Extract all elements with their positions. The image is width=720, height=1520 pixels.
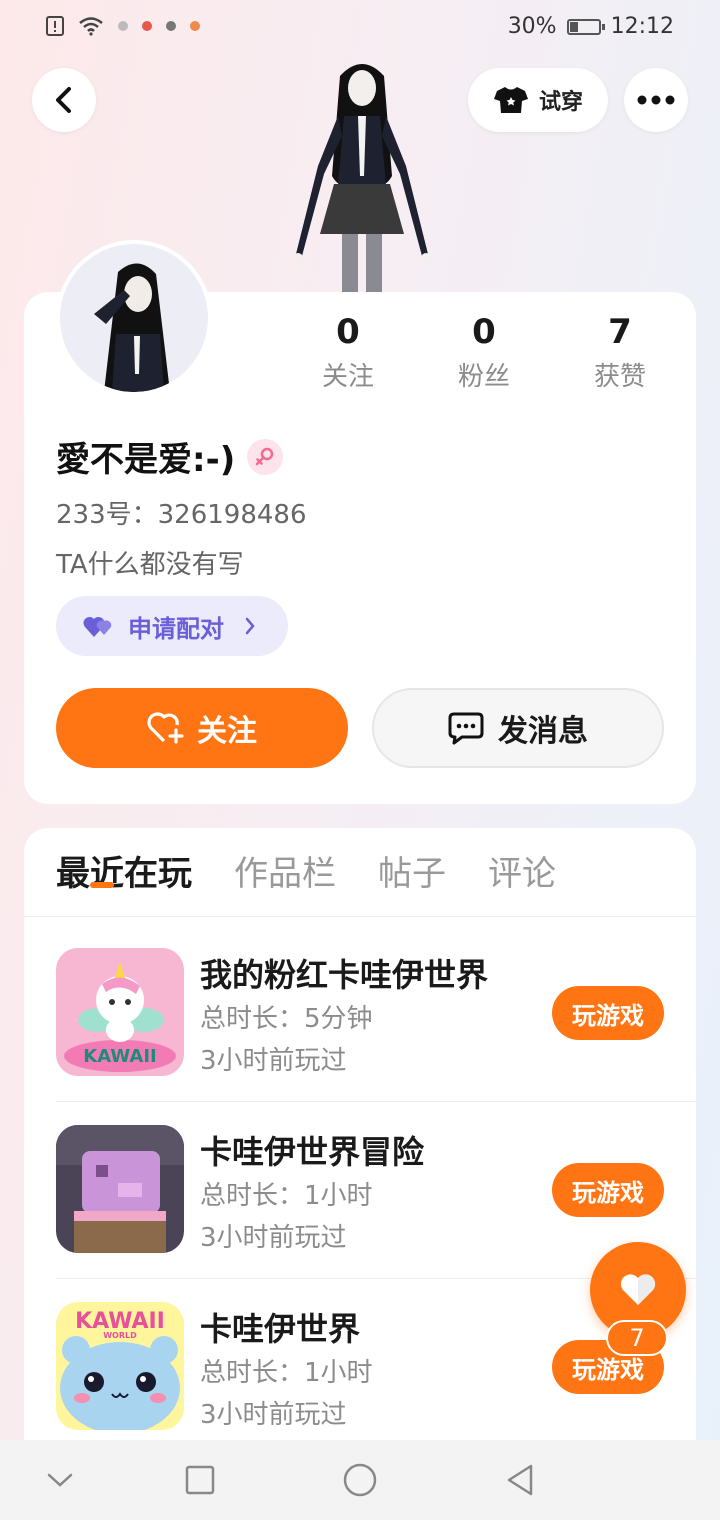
notif-icon-4	[190, 21, 200, 31]
kawaii-logo-text: KAWAII	[83, 1046, 156, 1067]
list-item[interactable]: KAWAII 我的粉红卡哇伊世界 总时长：5分钟 3小时前玩过 玩游戏	[56, 948, 696, 1124]
game-last-played: 3小时前玩过	[200, 1046, 347, 1076]
pair-request-button[interactable]: 申请配对	[56, 596, 288, 656]
stat-followers[interactable]: 0 粉丝	[416, 312, 552, 393]
system-nav-bar	[0, 1440, 720, 1520]
game-duration: 总时长：1小时	[200, 1358, 373, 1388]
game-title: 卡哇伊世界	[200, 1310, 361, 1348]
avatar-3d-figure[interactable]	[288, 56, 436, 294]
status-bar: 30% 12:12	[0, 0, 720, 56]
shirt-icon	[493, 87, 528, 113]
user-id: 233号：326198486	[56, 500, 307, 530]
stat-likes-label: 获赞	[593, 362, 646, 392]
female-icon	[247, 438, 284, 475]
triangle-back-icon	[507, 1464, 533, 1496]
game-title: 卡哇伊世界冒险	[200, 1133, 425, 1171]
more-horizontal-icon	[637, 95, 675, 105]
follow-label: 关注	[197, 714, 257, 749]
game-duration: 总时长：5分钟	[200, 1004, 373, 1034]
tab-active-indicator	[90, 882, 114, 888]
battery-icon	[566, 18, 605, 35]
chat-bubble-icon	[448, 712, 484, 745]
notif-icon-1	[118, 21, 128, 31]
stat-followers-label: 粉丝	[457, 362, 510, 392]
avatar[interactable]	[56, 240, 212, 396]
notif-icon-3	[166, 21, 176, 31]
notif-icon-2	[142, 21, 152, 31]
tab-bar: 最近在玩 作品栏 帖子 评论	[56, 852, 556, 896]
status-icons-right: 30% 12:12	[508, 14, 674, 39]
tab-works[interactable]: 作品栏	[234, 852, 336, 896]
like-count-badge: 7	[606, 1320, 668, 1356]
stat-likes[interactable]: 7 获赞	[552, 312, 688, 393]
tab-recently-played[interactable]: 最近在玩	[56, 852, 192, 896]
username-row: 愛不是爱:-)	[56, 432, 284, 481]
hearts-icon	[83, 616, 112, 637]
square-icon	[185, 1465, 215, 1495]
chevron-left-icon	[56, 87, 71, 113]
send-message-label: 发消息	[498, 714, 588, 749]
battery-level: 30%	[507, 14, 557, 39]
tab-comments[interactable]: 评论	[488, 852, 556, 896]
tab-posts[interactable]: 帖子	[378, 852, 446, 896]
wifi-icon	[79, 17, 103, 36]
username: 愛不是爱:-)	[56, 440, 236, 480]
chevron-right-icon	[245, 617, 255, 635]
bio: TA什么都没有写	[56, 550, 244, 580]
stat-following-label: 关注	[321, 362, 374, 392]
follow-button[interactable]: 关注	[56, 688, 348, 768]
back-button[interactable]	[32, 68, 96, 132]
stat-following[interactable]: 0 关注	[280, 312, 416, 393]
nav-collapse-button[interactable]	[40, 1460, 80, 1500]
game-last-played: 3小时前玩过	[200, 1223, 347, 1253]
nav-home-button[interactable]	[340, 1460, 380, 1500]
heart-plus-icon	[147, 712, 184, 744]
stat-followers-value: 0	[472, 312, 496, 352]
pair-request-label: 申请配对	[128, 614, 224, 643]
alert-icon	[46, 16, 64, 36]
profile-stats: 0 关注 0 粉丝 7 获赞	[280, 312, 688, 393]
tab-divider	[24, 916, 696, 917]
clock: 12:12	[610, 14, 674, 39]
game-icon: KAWAII WORLD	[56, 1302, 184, 1430]
game-icon: KAWAII	[56, 948, 184, 1076]
world-label-text: WORLD	[103, 1331, 137, 1340]
stat-likes-value: 7	[608, 312, 632, 352]
avatar-portrait	[60, 244, 208, 392]
game-last-played: 3小时前玩过	[200, 1400, 347, 1430]
stat-following-value: 0	[336, 312, 360, 352]
more-button[interactable]	[624, 68, 688, 132]
game-title: 我的粉红卡哇伊世界	[200, 956, 489, 994]
chevron-down-icon	[47, 1473, 73, 1487]
circle-icon	[343, 1463, 377, 1497]
play-game-button[interactable]: 玩游戏	[552, 1163, 664, 1217]
status-icons-left	[46, 16, 200, 36]
nav-back-button[interactable]	[500, 1460, 540, 1500]
list-divider	[56, 1101, 696, 1102]
try-on-button[interactable]: 试穿	[468, 68, 608, 132]
play-game-button[interactable]: 玩游戏	[552, 986, 664, 1040]
game-icon	[56, 1125, 184, 1253]
send-message-button[interactable]: 发消息	[372, 688, 664, 768]
game-duration: 总时长：1小时	[200, 1181, 373, 1211]
try-on-label: 试穿	[538, 90, 583, 115]
heart-icon	[620, 1274, 656, 1305]
nav-recents-button[interactable]	[180, 1460, 220, 1500]
